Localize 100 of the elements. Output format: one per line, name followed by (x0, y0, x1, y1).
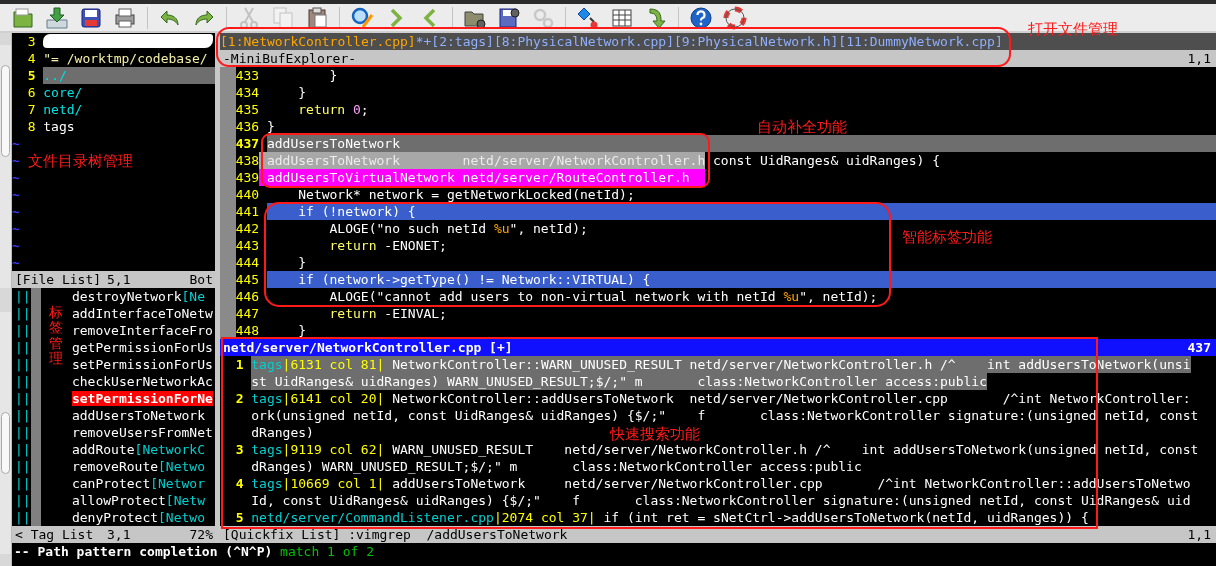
cursor-position: 1,1 (1187, 526, 1211, 543)
fold-marker: || (14, 407, 31, 424)
code-line: } (328, 67, 338, 84)
search-result[interactable]: netd/server/CommandListener.cpp|2074 col 37| if (int ret = sNetCtrl->addUsersToNetwork(netId, uidRanges)) { (251, 509, 1089, 526)
cursor-position: 5,1 (107, 271, 132, 288)
tag-entry[interactable]: setPermissionForNe (71, 390, 213, 407)
buffer-tab[interactable]: [8:PhysicalNetwork.cpp] (493, 33, 674, 50)
annotation-label: 智能标签功能 (902, 228, 992, 246)
line-number: 3 (26, 33, 36, 50)
line-number: 434 (235, 84, 260, 101)
line-number: 442 (235, 220, 260, 237)
tag-entry[interactable]: addUsersToNetwork (71, 407, 205, 424)
line-number: 433 (235, 67, 260, 84)
line-number: 446 (235, 288, 260, 305)
line-number: 8 (26, 118, 36, 135)
window-name: -MiniBufExplorer- (222, 50, 357, 67)
file-entry[interactable]: "= /worktmp/codebase/ (43, 50, 215, 67)
tag-entry[interactable]: removeUsersFromNet (71, 424, 213, 441)
search-result-continuation: ork(unsigned netId, const UidRanges& uidRanges) {$/;" f class:NetworkController signature:(unsigned netId, const (251, 407, 1199, 424)
line-number: 440 (235, 186, 260, 203)
scroll-position: Bot (189, 271, 214, 288)
line-number: 436 (235, 118, 260, 135)
scrollbar[interactable] (0, 299, 12, 566)
tag-entry[interactable]: destroyNetwork[Ne (71, 288, 205, 305)
fold-marker: || (14, 441, 31, 458)
new-file-icon[interactable] (11, 5, 35, 30)
fold-marker: || (14, 492, 31, 509)
print-icon[interactable] (113, 5, 137, 30)
scroll-thumb[interactable] (1, 65, 10, 157)
code-line: } (266, 118, 275, 135)
code-line: } (297, 254, 307, 271)
find-replace-icon[interactable] (350, 5, 374, 30)
line-number: 4 (26, 50, 36, 67)
line-number: 435 (235, 101, 260, 118)
fold-marker: || (14, 390, 31, 407)
empty-line-marker: ~ (12, 169, 20, 186)
code-line: return 0; (297, 101, 369, 118)
paste-icon[interactable] (305, 5, 329, 30)
line-number: 7 (26, 101, 36, 118)
file-entry[interactable]: tags (43, 118, 215, 135)
line-number: 5 (26, 67, 36, 84)
annotation-label: 快速搜索功能 (610, 425, 700, 443)
save-icon[interactable] (79, 5, 103, 30)
result-number: 5 (234, 509, 245, 526)
code-line: } (297, 322, 307, 339)
gutter-cell (220, 67, 236, 84)
empty-line-marker: ~ (12, 135, 20, 152)
help-icon[interactable] (689, 5, 713, 30)
scrollbar[interactable] (0, 33, 12, 300)
tag-entry[interactable]: addInterfaceToNetw (71, 305, 213, 322)
gutter-cell (30, 288, 41, 305)
fold-marker: || (14, 424, 31, 441)
download-icon[interactable] (45, 5, 69, 30)
fold-marker: || (14, 305, 31, 322)
cursor-position: 1,1 (1187, 50, 1211, 67)
file-name: netd/server/NetworkController.cpp [+] (222, 339, 513, 356)
tag-entry[interactable]: removeRoute[Netwo (71, 458, 205, 475)
fold-marker: || (14, 322, 31, 339)
fold-marker: || (14, 288, 31, 305)
tag-entry[interactable]: canProtect[Networ (71, 475, 205, 492)
search-result-continuation: dRanges) (251, 424, 314, 441)
window-name: [Quickfix List] (222, 526, 341, 543)
diamond-arrow-icon[interactable] (576, 5, 600, 30)
line-number: 445 (235, 271, 260, 288)
fold-marker: || (14, 356, 31, 373)
buffer-tab[interactable]: [1:NetworkController.cpp]*+ (220, 33, 432, 50)
line-number: 444 (235, 254, 260, 271)
tag-entry[interactable]: checkUserNetworkAc (71, 373, 213, 390)
scroll-thumb[interactable] (1, 411, 10, 474)
search-command: :vimgrep /addUsersToNetwork (348, 526, 568, 543)
line-number: 447 (235, 305, 260, 322)
tag-entry[interactable]: addRoute[NetworkC (71, 441, 205, 458)
buffer-tab[interactable]: [11:DummyNetwork.cpp] (838, 33, 1003, 50)
buffer-tab[interactable]: [9:PhysicalNetwork.h] (673, 33, 839, 50)
tag-entry[interactable]: removeInterfaceFro (71, 322, 213, 339)
lifebuoy-icon[interactable] (723, 5, 747, 30)
result-number: 1 (234, 356, 245, 373)
tag-entry[interactable]: allowProtect[Netw (71, 492, 205, 509)
cursor-position: 437 (1187, 339, 1211, 356)
match-count: match 1 of 2 (280, 543, 374, 560)
line-number: 438 (235, 152, 260, 169)
tag-entry[interactable]: denyProtect[Netwo (71, 509, 205, 526)
line-number: 448 (235, 322, 260, 339)
window-split-bar[interactable] (215, 33, 220, 543)
window-name: < Tag List (14, 526, 95, 543)
code-line: ALOGE("cannot add users to non-virtual network with netId %u", netId); (328, 288, 878, 305)
file-entry[interactable]: netd/ (43, 101, 215, 118)
fold-marker: || (14, 373, 31, 390)
line-number: 437 (235, 135, 260, 152)
result-number: 2 (234, 390, 245, 407)
buffer-tab[interactable]: [2:tags] (431, 33, 494, 50)
file-entry[interactable]: core/ (43, 84, 215, 101)
scroll-position: 72% (189, 526, 214, 543)
save-gear-icon[interactable] (497, 5, 521, 30)
search-result[interactable]: tags|9119 col 62| WARN_UNUSED_RESULT netd/server/NetworkController.h /^ int addUsersToNetwork(unsigned netId, const (251, 441, 1199, 458)
tag-entry[interactable]: setPermissionForUs (71, 356, 213, 373)
tag-entry[interactable]: getPermissionForUs (71, 339, 213, 356)
fold-marker: || (14, 509, 31, 526)
empty-line-marker: ~ (12, 237, 20, 254)
gutter-cell (30, 509, 41, 526)
